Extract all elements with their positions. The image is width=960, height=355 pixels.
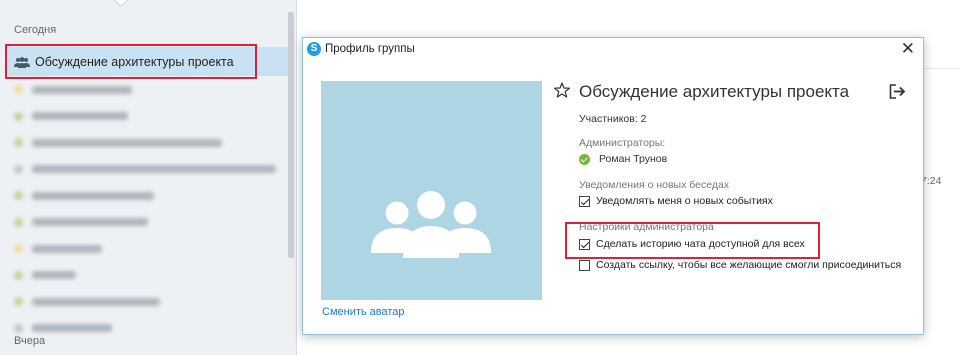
skype-icon: S <box>307 42 321 56</box>
blurred-chat-name <box>32 324 112 332</box>
leave-group-icon[interactable] <box>889 84 906 99</box>
contact-avatar-icon <box>14 297 23 306</box>
message-time: 7:24 <box>921 175 942 187</box>
dialog-title: Профиль группы <box>325 43 415 55</box>
admins-header: Администраторы: <box>579 137 666 149</box>
chat-item-blurred[interactable] <box>14 164 276 174</box>
invite-link-label: Создать ссылку, чтобы все желающие смогл… <box>596 259 902 271</box>
section-yesterday-label: Вчера <box>14 335 46 347</box>
contact-avatar-icon <box>14 244 23 253</box>
section-today-label: Сегодня <box>14 24 57 36</box>
contact-avatar-icon <box>14 164 23 174</box>
notify-label: Уведомлять меня о новых событиях <box>596 195 773 207</box>
blurred-chat-name <box>32 165 276 173</box>
contact-avatar-icon <box>14 111 23 121</box>
blurred-chat-name <box>32 85 132 94</box>
chat-item-blurred[interactable] <box>14 85 132 94</box>
contact-avatar-icon <box>14 191 23 200</box>
chat-item-blurred[interactable] <box>14 270 76 280</box>
contact-avatar-icon <box>14 138 23 147</box>
invite-link-checkbox[interactable] <box>579 259 590 271</box>
contact-avatar-icon <box>14 270 23 280</box>
notify-checkbox[interactable] <box>579 195 590 207</box>
chat-item-blurred[interactable] <box>14 138 222 147</box>
group-avatar-icon <box>371 191 491 258</box>
dialog-titlebar: S Профиль группы ✕ <box>303 38 923 62</box>
group-profile-dialog: S Профиль группы ✕ Сменить аватар Обсужд… <box>302 37 924 335</box>
admin-name: Роман Трунов <box>599 153 668 165</box>
blurred-chat-name <box>32 244 102 253</box>
pane-divider <box>925 68 960 69</box>
favorite-star-icon[interactable] <box>554 82 570 98</box>
highlight-admin-settings <box>565 222 820 259</box>
blurred-chat-name <box>32 297 160 306</box>
sidebar-scrollbar[interactable] <box>288 12 294 258</box>
notifications-header: Уведомления о новых беседах <box>579 179 730 191</box>
chat-item-blurred[interactable] <box>14 217 148 227</box>
close-icon[interactable]: ✕ <box>901 40 915 58</box>
chat-item-blurred[interactable] <box>14 191 154 200</box>
highlight-selected-chat <box>5 44 257 79</box>
contact-avatar-icon <box>14 323 23 333</box>
chat-item-blurred[interactable] <box>14 297 160 306</box>
admin-entry[interactable]: Роман Трунов <box>579 153 667 165</box>
blurred-chat-name <box>32 191 154 200</box>
blurred-chat-name <box>32 271 76 279</box>
blurred-chat-name <box>32 112 128 120</box>
chat-item-blurred[interactable] <box>14 323 112 333</box>
blurred-chat-name <box>32 218 148 226</box>
contact-avatar-icon <box>14 217 23 227</box>
notify-checkbox-row[interactable]: Уведомлять меня о новых событиях <box>579 195 773 207</box>
blurred-chat-name <box>32 138 222 147</box>
group-avatar[interactable] <box>321 81 542 300</box>
chat-item-blurred[interactable] <box>14 111 128 121</box>
notch-indicator <box>114 0 128 7</box>
contact-avatar-icon <box>14 85 23 94</box>
chat-item-blurred[interactable] <box>14 244 102 253</box>
members-count: Участников: 2 <box>579 113 647 125</box>
group-name: Обсуждение архитектуры проекта <box>579 82 850 101</box>
online-status-icon <box>579 153 590 165</box>
invite-link-checkbox-row[interactable]: Создать ссылку, чтобы все желающие смогл… <box>579 259 901 271</box>
change-avatar-link[interactable]: Сменить аватар <box>322 306 405 318</box>
